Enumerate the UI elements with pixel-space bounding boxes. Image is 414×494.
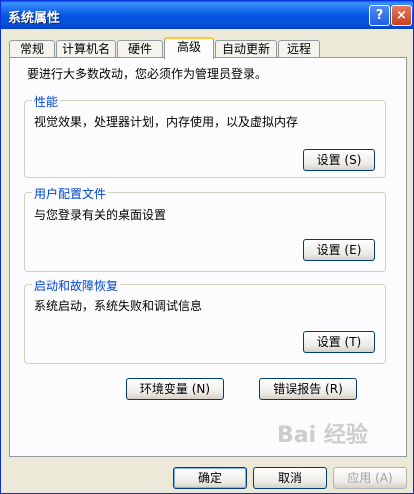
user-profiles-group: 用户配置文件 与您登录有关的桌面设置 设置 (E) <box>24 185 386 272</box>
startup-recovery-title: 启动和故障恢复 <box>32 277 121 294</box>
startup-recovery-settings-button[interactable]: 设置 (T) <box>303 331 375 353</box>
performance-description: 视觉效果，处理器计划，内存使用，以及虚拟内存 <box>34 115 299 129</box>
advanced-tab-panel: 要进行大多数改动，您必须作为管理员登录。 性能 视觉效果，处理器计划，内存使用，… <box>9 57 407 457</box>
environment-variables-button[interactable]: 环境变量 (N) <box>126 378 224 400</box>
admin-notice: 要进行大多数改动，您必须作为管理员登录。 <box>27 67 268 81</box>
tab-remote[interactable]: 远程 <box>278 40 320 58</box>
cancel-button[interactable]: 取消 <box>253 467 327 489</box>
help-button[interactable]: ? <box>369 5 390 26</box>
startup-recovery-description: 系统启动，系统失败和调试信息 <box>34 299 203 313</box>
tab-hardware[interactable]: 硬件 <box>117 40 163 58</box>
tab-advanced[interactable]: 高级 <box>164 37 214 59</box>
window-title: 系统属性 <box>8 11 61 26</box>
performance-group: 性能 视觉效果，处理器计划，内存使用，以及虚拟内存 设置 (S) <box>24 93 386 178</box>
startup-recovery-group: 启动和故障恢复 系统启动，系统失败和调试信息 设置 (T) <box>24 277 386 364</box>
tab-computer-name[interactable]: 计算机名 <box>56 40 116 58</box>
performance-settings-button[interactable]: 设置 (S) <box>303 149 375 171</box>
tab-general[interactable]: 常规 <box>9 40 55 58</box>
tab-automatic-updates[interactable]: 自动更新 <box>215 40 277 58</box>
user-profiles-description: 与您登录有关的桌面设置 <box>34 208 167 222</box>
apply-button[interactable]: 应用 (A) <box>333 467 407 489</box>
system-properties-window: 系统属性 ? × 常规 计算机名 硬件 高级 自动更新 远程 要进行大多数改动，… <box>0 0 414 494</box>
user-profiles-title: 用户配置文件 <box>32 185 109 202</box>
title-bar[interactable]: 系统属性 ? × <box>1 1 413 29</box>
performance-title: 性能 <box>32 93 61 110</box>
help-icon: ? <box>375 8 384 23</box>
user-profiles-settings-button[interactable]: 设置 (E) <box>303 239 375 261</box>
close-button[interactable]: × <box>391 5 412 26</box>
baidu-watermark-logo: Bai 经验 <box>277 423 368 448</box>
ok-button[interactable]: 确定 <box>173 467 247 489</box>
error-reporting-button[interactable]: 错误报告 (R) <box>259 378 357 400</box>
close-icon: × <box>396 8 407 23</box>
